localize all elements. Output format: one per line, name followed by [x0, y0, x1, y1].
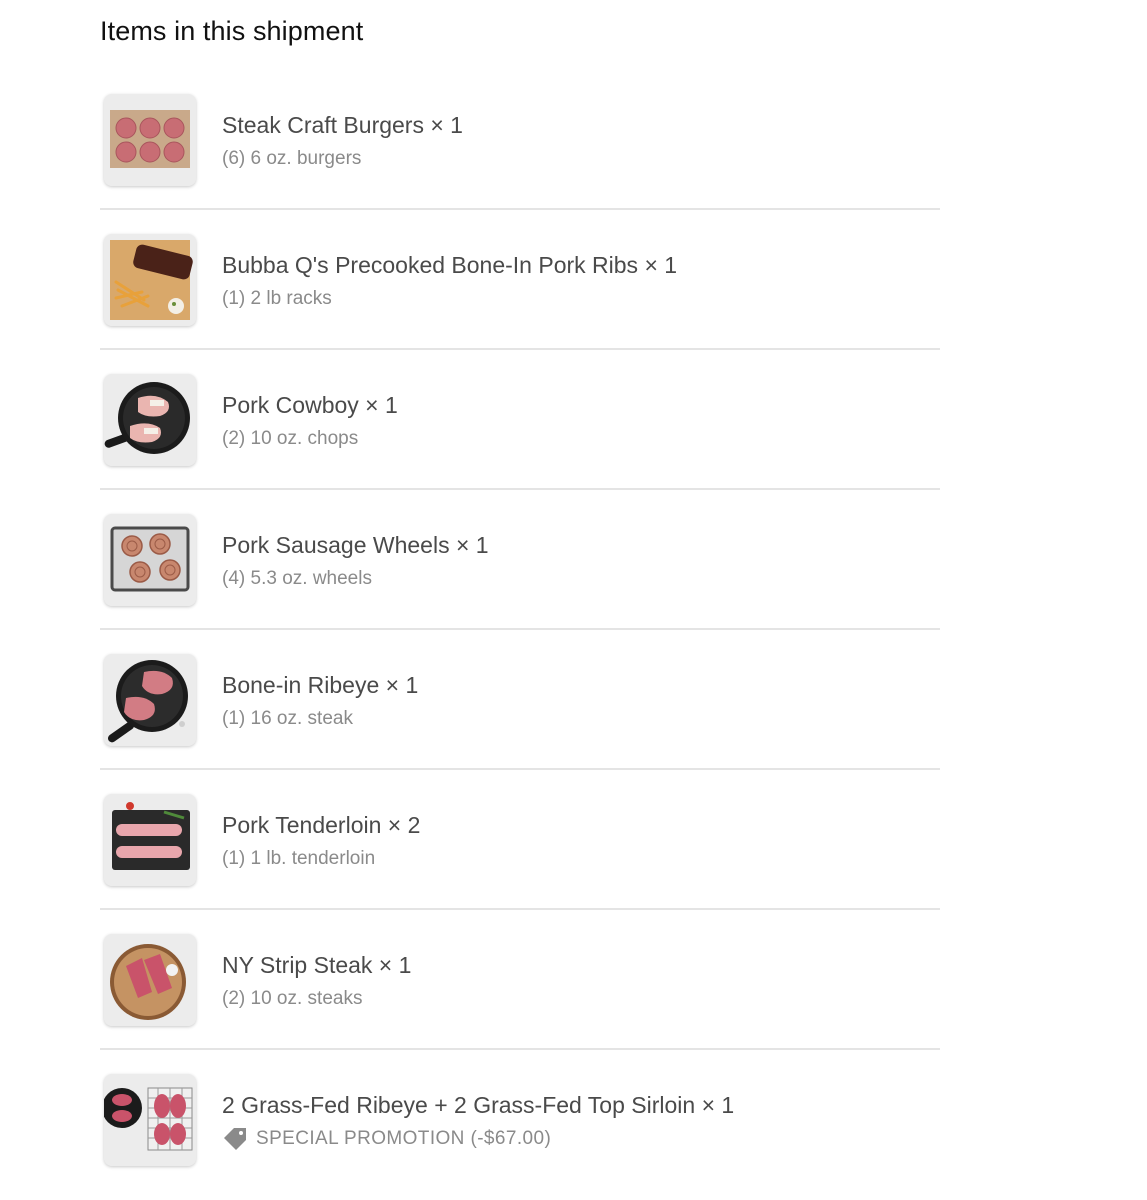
item-name: Bone-in Ribeye × 1 — [222, 672, 419, 698]
pork-chops-skillet-thumbnail — [104, 374, 196, 466]
list-item[interactable]: Pork Cowboy × 1 (2) 10 oz. chops — [100, 350, 940, 490]
burger-patties-thumbnail — [104, 94, 196, 186]
item-detail: (2) 10 oz. steaks — [222, 988, 363, 1009]
item-name: NY Strip Steak × 1 — [222, 952, 412, 978]
item-detail: (1) 2 lb racks — [222, 288, 332, 309]
promotion-row: SPECIAL PROMOTION (-$67.00) — [222, 1126, 551, 1152]
item-name: Pork Cowboy × 1 — [222, 392, 398, 418]
list-item[interactable]: Steak Craft Burgers × 1 (6) 6 oz. burger… — [100, 70, 940, 210]
item-detail: (1) 1 lb. tenderloin — [222, 848, 376, 869]
ribeye-skillet-thumbnail — [104, 654, 196, 746]
item-detail: (1) 16 oz. steak — [222, 708, 353, 729]
pork-tenderloin-thumbnail — [104, 794, 196, 886]
list-item[interactable]: 2 Grass-Fed Ribeye + 2 Grass-Fed Top Sir… — [100, 1050, 940, 1190]
list-item[interactable]: Pork Tenderloin × 2 (1) 1 lb. tenderloin — [100, 770, 940, 910]
item-name: 2 Grass-Fed Ribeye + 2 Grass-Fed Top Sir… — [222, 1092, 735, 1118]
price-tag-icon — [224, 1128, 246, 1150]
item-name: Steak Craft Burgers × 1 — [222, 112, 463, 138]
strip-steak-board-thumbnail — [104, 934, 196, 1026]
sausage-wheels-thumbnail — [104, 514, 196, 606]
list-item[interactable]: Bone-in Ribeye × 1 (1) 16 oz. steak — [100, 630, 940, 770]
item-detail: (6) 6 oz. burgers — [222, 148, 362, 169]
item-detail: (4) 5.3 oz. wheels — [222, 568, 372, 589]
list-item[interactable]: NY Strip Steak × 1 (2) 10 oz. steaks — [100, 910, 940, 1050]
item-name: Bubba Q's Precooked Bone-In Pork Ribs × … — [222, 252, 678, 278]
steak-bundle-thumbnail — [104, 1074, 196, 1166]
item-detail: (2) 10 oz. chops — [222, 428, 359, 449]
list-item[interactable]: Bubba Q's Precooked Bone-In Pork Ribs × … — [100, 210, 940, 350]
list-item[interactable]: Pork Sausage Wheels × 1 (4) 5.3 oz. whee… — [100, 490, 940, 630]
item-name: Pork Sausage Wheels × 1 — [222, 532, 489, 558]
pork-ribs-thumbnail — [104, 234, 196, 326]
promotion-label: SPECIAL PROMOTION (-$67.00) — [256, 1128, 552, 1149]
item-name: Pork Tenderloin × 2 — [222, 812, 421, 838]
shipment-item-list: Steak Craft Burgers × 1 (6) 6 oz. burger… — [100, 70, 940, 1190]
page-title: Items in this shipment — [100, 16, 364, 46]
